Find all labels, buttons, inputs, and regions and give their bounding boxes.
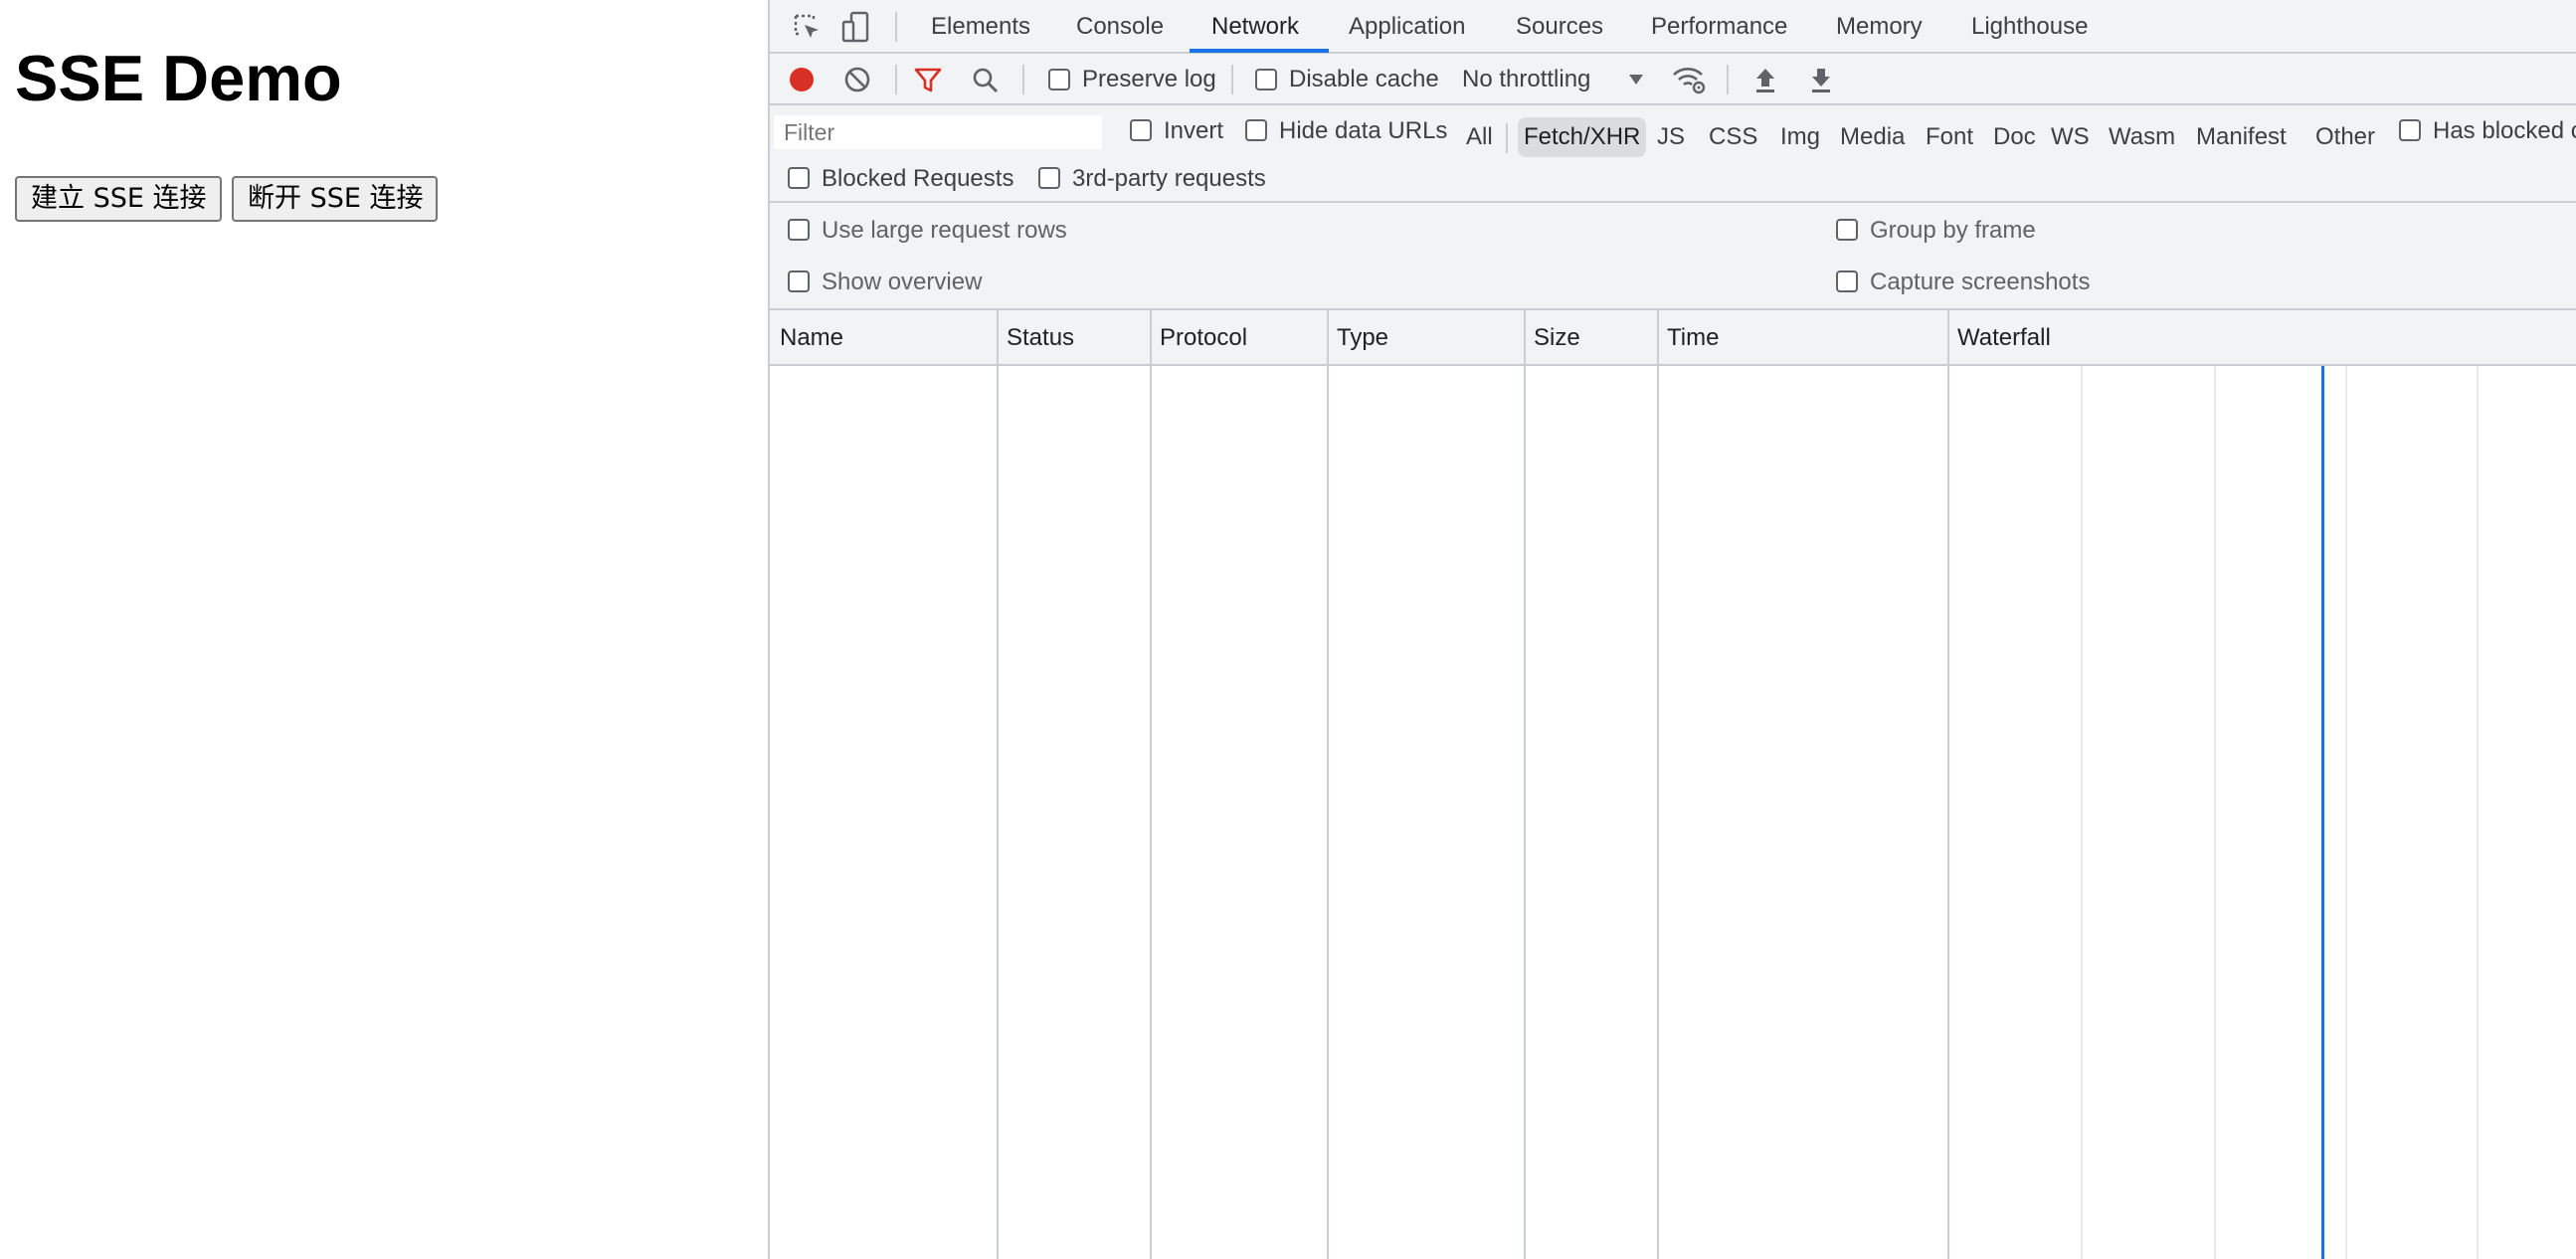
filter-input[interactable] — [774, 115, 1102, 149]
tab-network[interactable]: Network — [1211, 0, 1299, 52]
type-filter-other[interactable]: Other — [2309, 117, 2381, 157]
separator — [1022, 65, 1024, 94]
throttling-select[interactable]: No throttling — [1462, 68, 1590, 91]
has-blocked-cookies-checkbox[interactable] — [2399, 119, 2421, 141]
waterfall-gridline — [2477, 366, 2479, 1259]
clear-icon[interactable] — [843, 66, 871, 93]
waterfall-gridline — [2345, 366, 2347, 1259]
tab-elements[interactable]: Elements — [931, 0, 1030, 52]
column-header-waterfall[interactable]: Waterfall — [1947, 310, 2051, 364]
active-tab-indicator — [1190, 49, 1329, 53]
disconnect-sse-button[interactable]: 断开 SSE 连接 — [232, 176, 438, 222]
column-divider[interactable] — [997, 310, 999, 1259]
invert-checkbox[interactable] — [1130, 119, 1152, 141]
record-icon[interactable] — [788, 66, 816, 93]
filter-bar: Invert Hide data URLs All Fetch/XHR JS C… — [770, 105, 2576, 203]
device-toolbar-icon[interactable] — [839, 10, 873, 44]
type-filter-manifest[interactable]: Manifest — [2190, 117, 2293, 157]
connect-sse-button[interactable]: 建立 SSE 连接 — [15, 176, 222, 222]
type-filter-media[interactable]: Media — [1834, 117, 1911, 157]
column-header-status[interactable]: Status — [997, 310, 1074, 364]
hide-data-urls-label: Hide data URLs — [1279, 117, 1448, 144]
column-divider[interactable] — [1327, 310, 1329, 1259]
group-by-frame-label: Group by frame — [1870, 217, 2036, 244]
request-table-header: Name Status Protocol Type Size Time Wate… — [770, 310, 2576, 366]
network-conditions-icon[interactable] — [1671, 64, 1707, 95]
type-filter-all[interactable]: All — [1460, 117, 1499, 157]
tab-performance[interactable]: Performance — [1651, 0, 1787, 52]
large-rows-checkbox[interactable] — [788, 219, 810, 241]
type-filter-css[interactable]: CSS — [1703, 117, 1763, 157]
hide-data-urls-checkbox[interactable] — [1245, 119, 1267, 141]
type-filter-wasm[interactable]: Wasm — [2103, 117, 2181, 157]
column-header-time[interactable]: Time — [1657, 310, 1719, 364]
search-icon[interactable] — [971, 66, 1001, 95]
type-filter-doc[interactable]: Doc — [1987, 117, 2042, 157]
disable-cache-label: Disable cache — [1289, 66, 1439, 92]
column-divider[interactable] — [1524, 310, 1526, 1259]
network-settings: Use large request rows Show overview Gro… — [770, 203, 2576, 310]
type-filter-font[interactable]: Font — [1920, 117, 1979, 157]
column-divider[interactable] — [1657, 310, 1659, 1259]
type-filter-img[interactable]: Img — [1774, 117, 1826, 157]
devtools-panel: Elements Console Network Application Sou… — [768, 0, 2576, 1259]
column-header-protocol[interactable]: Protocol — [1150, 310, 1247, 364]
large-rows-label: Use large request rows — [822, 217, 1067, 244]
tab-application[interactable]: Application — [1349, 0, 1465, 52]
has-blocked-cookies-label: Has blocked c — [2433, 117, 2576, 144]
tab-console[interactable]: Console — [1076, 0, 1164, 52]
tab-lighthouse[interactable]: Lighthouse — [1971, 0, 2088, 52]
type-filter-js[interactable]: JS — [1651, 117, 1691, 157]
type-filter-ws[interactable]: WS — [2045, 117, 2096, 157]
type-filter-fetch-xhr[interactable]: Fetch/XHR — [1518, 117, 1647, 157]
separator — [895, 65, 897, 94]
blocked-requests-label: Blocked Requests — [822, 165, 1014, 192]
network-toolbar: Preserve log Disable cache No throttling — [770, 54, 2576, 105]
capture-screenshots-label: Capture screenshots — [1870, 269, 2091, 295]
show-overview-label: Show overview — [822, 269, 983, 295]
waterfall-gridline — [2081, 366, 2083, 1259]
column-header-name[interactable]: Name — [770, 310, 843, 364]
separator — [895, 12, 897, 42]
show-overview-checkbox[interactable] — [788, 270, 810, 292]
separator — [1506, 123, 1508, 153]
third-party-requests-label: 3rd-party requests — [1072, 165, 1266, 192]
preserve-log-label: Preserve log — [1082, 66, 1216, 92]
page-title: SSE Demo — [15, 42, 342, 114]
column-divider[interactable] — [1947, 310, 1949, 1259]
column-header-size[interactable]: Size — [1524, 310, 1580, 364]
group-by-frame-checkbox[interactable] — [1836, 219, 1858, 241]
capture-screenshots-checkbox[interactable] — [1836, 270, 1858, 292]
chevron-down-icon[interactable] — [1627, 72, 1645, 88]
separator — [1231, 65, 1233, 94]
column-divider[interactable] — [1150, 310, 1152, 1259]
request-table: Name Status Protocol Type Size Time Wate… — [770, 310, 2576, 1259]
third-party-requests-checkbox[interactable] — [1038, 167, 1060, 189]
waterfall-dom-content-loaded-line — [2321, 366, 2324, 1259]
export-har-icon[interactable] — [1808, 66, 1834, 93]
waterfall-gridline — [2214, 366, 2216, 1259]
web-page: SSE Demo 建立 SSE 连接 断开 SSE 连接 — [0, 0, 768, 1259]
blocked-requests-checkbox[interactable] — [788, 167, 810, 189]
devtools-tab-bar: Elements Console Network Application Sou… — [770, 0, 2576, 54]
filter-icon[interactable] — [913, 66, 943, 95]
disable-cache-checkbox[interactable] — [1255, 69, 1277, 90]
separator — [1727, 65, 1729, 94]
tab-memory[interactable]: Memory — [1836, 0, 1923, 52]
invert-label: Invert — [1164, 117, 1224, 144]
preserve-log-checkbox[interactable] — [1048, 69, 1070, 90]
import-har-icon[interactable] — [1752, 66, 1778, 93]
inspect-element-icon[interactable] — [792, 12, 824, 44]
tab-sources[interactable]: Sources — [1516, 0, 1603, 52]
column-header-type[interactable]: Type — [1327, 310, 1388, 364]
